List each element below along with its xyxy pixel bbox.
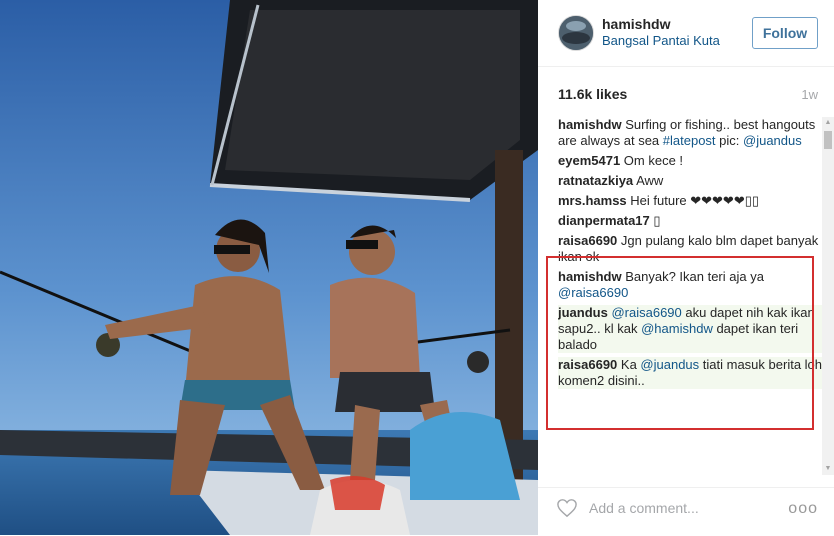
heart-outline-icon[interactable] [556, 498, 578, 518]
comment-username[interactable]: mrs.hamss [558, 193, 627, 208]
comment-item: dianpermata17 ▯ [558, 213, 822, 229]
comment-username[interactable]: raisa6690 [558, 233, 617, 248]
comment-text: Om kece ! [623, 153, 684, 168]
highlight-annotation-box [546, 256, 814, 430]
post-header: hamishdw Bangsal Pantai Kuta Follow [538, 0, 834, 67]
post-age[interactable]: 1w [801, 87, 818, 102]
photo-illustration [0, 0, 538, 535]
avatar-image [559, 16, 593, 50]
comment-text: Aww [636, 173, 664, 188]
comment-username[interactable]: ratnatazkiya [558, 173, 633, 188]
scroll-up-arrow-icon[interactable]: ▲ [822, 117, 834, 129]
comment-username[interactable]: eyem5471 [558, 153, 620, 168]
avatar[interactable] [558, 15, 594, 51]
comment-text: pic: [715, 133, 744, 148]
post-location[interactable]: Bangsal Pantai Kuta [602, 33, 720, 48]
likes-count[interactable]: 11.6k likes [558, 86, 627, 102]
comment-text: Hei future ❤❤❤❤❤▯▯ [630, 193, 760, 208]
comment-item: hamishdw Surfing or fishing.. best hango… [558, 117, 822, 149]
post-username[interactable]: hamishdw [602, 16, 670, 32]
comment-item: mrs.hamss Hei future ❤❤❤❤❤▯▯ [558, 193, 822, 209]
comments-scrollbar[interactable]: ▲ ▼ [822, 117, 834, 475]
comment-username[interactable]: dianpermata17 [558, 213, 650, 228]
add-comment-input[interactable]: Add a comment... [589, 500, 699, 516]
comment-mention-link[interactable]: @juandus [743, 133, 802, 148]
comment-item: eyem5471 Om kece ! [558, 153, 822, 169]
post-footer: Add a comment... ooo [538, 487, 834, 536]
comment-text: ▯ [653, 213, 661, 228]
scroll-down-arrow-icon[interactable]: ▼ [822, 463, 834, 475]
scrollbar-thumb[interactable] [824, 131, 832, 149]
post-photo[interactable] [0, 0, 538, 535]
more-options-icon[interactable]: ooo [788, 500, 818, 518]
comment-item: ratnatazkiya Aww [558, 173, 822, 189]
comment-mention-link[interactable]: #latepost [663, 133, 716, 148]
follow-button[interactable]: Follow [752, 17, 818, 49]
comment-username[interactable]: hamishdw [558, 117, 622, 132]
instagram-post-view: hamishdw Bangsal Pantai Kuta Follow 11.6… [0, 0, 834, 535]
